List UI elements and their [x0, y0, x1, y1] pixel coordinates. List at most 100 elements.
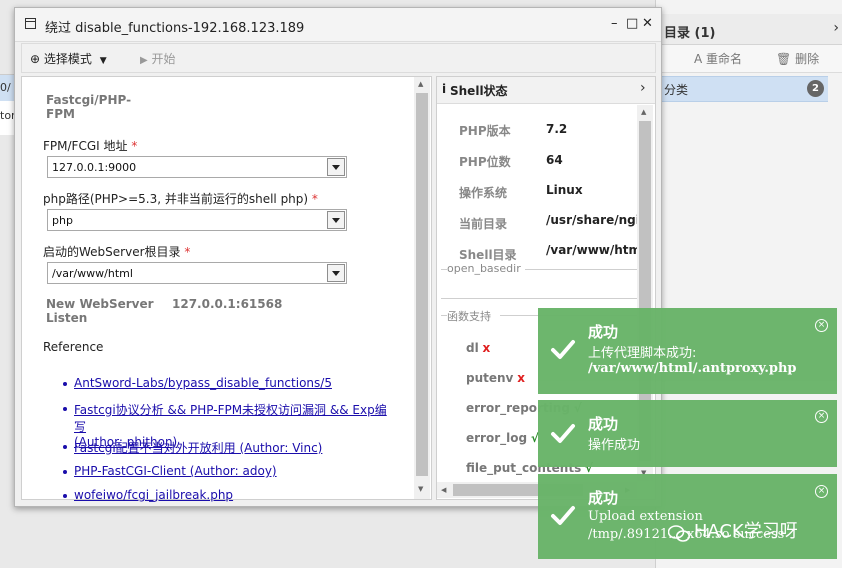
webroot-select[interactable]: /var/www/html: [47, 262, 347, 284]
reference-link[interactable]: wofeiwo/fcgi_jailbreak.php: [74, 488, 233, 502]
toast-title: 成功: [588, 323, 619, 341]
watermark-text: HACK学习呀: [693, 521, 798, 542]
scroll-thumb[interactable]: [416, 93, 428, 476]
window-titlebar[interactable]: 绕过 disable_functions-192.168.123.189 – □…: [15, 8, 661, 42]
function-name: dl: [466, 341, 479, 355]
bullet: [63, 382, 67, 386]
function-item: putenv x: [466, 371, 525, 385]
caret-down-icon: ▼: [99, 56, 107, 66]
close-icon[interactable]: ×: [815, 319, 828, 332]
scroll-up-icon[interactable]: ▲: [418, 80, 423, 88]
status-value: /usr/share/ngi: [546, 213, 637, 227]
window-title: 绕过 disable_functions-192.168.123.189: [45, 21, 305, 36]
bullet: [63, 445, 67, 449]
reference-item: Fastcgi配置不当对外开放利用 (Author: Vinc): [63, 439, 322, 456]
function-name: error_log: [466, 431, 528, 445]
scroll-left-icon[interactable]: ◀: [441, 486, 446, 494]
toast-notification: 成功 操作成功 ×: [538, 400, 837, 467]
chevron-down-icon[interactable]: [327, 211, 345, 229]
scroll-down-icon[interactable]: ▼: [418, 485, 423, 493]
webroot-value: /var/www/html: [52, 267, 133, 280]
chevron-right-icon[interactable]: ›: [833, 20, 839, 36]
php-path-value: php: [52, 214, 73, 227]
count-badge: 2: [807, 80, 824, 97]
listen-label-line: Listen: [46, 311, 88, 325]
close-icon[interactable]: ×: [815, 485, 828, 498]
status-value: 64: [546, 153, 563, 167]
reference-link[interactable]: PHP-FastCGI-Client (Author: adoy): [74, 464, 277, 478]
status-key: PHP位数: [459, 155, 511, 169]
status-key: 当前目录: [459, 217, 508, 231]
mode-title-line: FPM: [46, 107, 75, 121]
scroll-up-icon[interactable]: ▲: [641, 108, 646, 116]
check-icon: [551, 340, 575, 359]
fpm-address-select[interactable]: 127.0.0.1:9000: [47, 156, 347, 178]
info-icon: i: [442, 82, 447, 96]
rename-button[interactable]: A 重命名: [694, 50, 742, 67]
functions-legend: 函数支持: [447, 310, 491, 323]
bullet: [63, 470, 67, 474]
window-toolbar: ⊕ 选择模式 ▼ ▶ 开始: [21, 43, 656, 73]
function-name: putenv: [466, 371, 514, 385]
close-icon[interactable]: ×: [815, 410, 828, 423]
directory-toolbar: A 重命名 🗑 删除: [656, 45, 842, 73]
chevron-down-icon[interactable]: [327, 264, 345, 282]
play-icon: ▶: [140, 55, 148, 66]
check-icon: [551, 506, 575, 525]
function-item: dl x: [466, 341, 490, 355]
minimize-button[interactable]: –: [611, 16, 618, 31]
bullet: [63, 494, 67, 498]
open-basedir-legend: open_basedir: [447, 262, 521, 275]
select-mode-label: 选择模式: [43, 52, 92, 66]
reference-item: AntSword-Labs/bypass_disable_functions/5: [63, 376, 332, 390]
select-mode-button[interactable]: ⊕ 选择模式 ▼: [30, 50, 107, 67]
directory-panel-title: 目录 (1): [664, 26, 716, 41]
unsupported-icon: x: [517, 371, 525, 385]
bullet: [63, 407, 67, 411]
toast-title: 成功: [588, 489, 619, 507]
wechat-icon: [667, 524, 690, 542]
listen-value: 127.0.0.1:61568: [172, 297, 283, 311]
category-row[interactable]: 分类 2: [656, 76, 828, 102]
status-value: 7.2: [546, 122, 568, 136]
start-label: 开始: [151, 52, 176, 66]
reference-link[interactable]: AntSword-Labs/bypass_disable_functions/5: [74, 376, 332, 390]
toast-message: 操作成功: [588, 438, 641, 453]
php-path-label: php路径(PHP>=5.3, 并非当前运行的shell php) *: [43, 190, 318, 207]
close-button[interactable]: ✕: [642, 16, 653, 31]
chevron-down-icon[interactable]: [327, 158, 345, 176]
check-icon: [551, 424, 575, 443]
maximize-button[interactable]: □: [626, 16, 638, 31]
bypass-form-pane: Fastcgi/PHP- FPM FPM/FCGI 地址 * 127.0.0.1…: [21, 76, 432, 502]
shell-status-title: Shell状态: [450, 84, 508, 98]
toast-message: 上传代理脚本成功:: [588, 346, 697, 361]
required-mark: *: [184, 245, 191, 259]
reference-link[interactable]: Fastcgi配置不当对外开放利用 (Author: Vinc): [74, 441, 322, 455]
divider: [441, 298, 637, 299]
shell-status-header[interactable]: i Shell状态 ›: [437, 77, 655, 104]
delete-button[interactable]: 🗑 删除: [776, 50, 819, 67]
mode-title: Fastcgi/PHP- FPM: [46, 93, 131, 121]
toast-notification: 成功 上传代理脚本成功: /var/www/html/.antproxy.php…: [538, 308, 837, 394]
status-key: 操作系统: [459, 186, 508, 200]
form-scrollbar[interactable]: ▲ ▼: [414, 77, 430, 499]
status-key: PHP版本: [459, 124, 511, 138]
chevron-right-icon[interactable]: ›: [640, 80, 646, 96]
fpm-address-value: 127.0.0.1:9000: [52, 161, 137, 174]
unsupported-icon: x: [482, 341, 491, 355]
toast-message: /var/www/html/.antproxy.php: [588, 361, 797, 376]
reference-link[interactable]: Fastcgi协议分析 && PHP-FPM未授权访问漏洞 && Exp编写: [74, 401, 394, 435]
status-key: Shell目录: [459, 248, 517, 262]
divider: [525, 269, 637, 270]
category-row-label: 分类: [664, 83, 689, 97]
start-button[interactable]: ▶ 开始: [140, 50, 176, 67]
required-mark: *: [131, 139, 138, 153]
fpm-address-label: FPM/FCGI 地址 *: [43, 137, 137, 154]
reference-item: PHP-FastCGI-Client (Author: adoy): [63, 464, 277, 478]
function-item: error_log √: [466, 431, 539, 445]
watermark: HACK学习呀: [667, 517, 798, 543]
php-path-select[interactable]: php: [47, 209, 347, 231]
reference-item: wofeiwo/fcgi_jailbreak.php: [63, 488, 233, 502]
listen-label-line: New WebServer: [46, 297, 154, 311]
trash-icon: 🗑: [776, 52, 792, 66]
